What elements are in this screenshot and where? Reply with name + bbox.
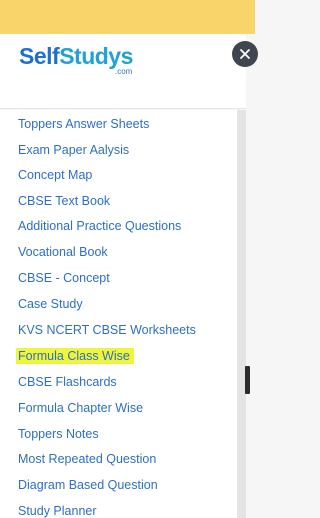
scrollbar-thumb[interactable] (245, 366, 250, 394)
side-menu-panel: SelfStudys .com Toppers Answer Sheets Ex… (0, 0, 246, 518)
menu-item-most-repeated-question[interactable]: Most Repeated Question (18, 451, 158, 467)
logo-domain-suffix: .com (115, 67, 133, 76)
logo-text-self: Self (19, 43, 60, 69)
menu-item-vocational-book[interactable]: Vocational Book (18, 244, 110, 260)
menu-list: Toppers Answer Sheets Exam Paper Aalysis… (0, 110, 246, 518)
close-icon (240, 49, 250, 59)
menu-item-diagram-based-question[interactable]: Diagram Based Question (18, 477, 160, 493)
logo-area: SelfStudys .com (0, 34, 246, 108)
menu-item-cbse-concept[interactable]: CBSE - Concept (18, 270, 112, 286)
menu-item-toppers-answer-sheets[interactable]: Toppers Answer Sheets (18, 116, 151, 132)
menu-item-exam-paper-analysis[interactable]: Exam Paper Aalysis (18, 142, 131, 158)
divider (0, 108, 246, 109)
menu-item-study-planner[interactable]: Study Planner (18, 503, 99, 518)
scroll-rail[interactable] (237, 110, 246, 518)
menu-item-cbse-flashcards[interactable]: CBSE Flashcards (18, 374, 119, 390)
menu-item-formula-chapter-wise[interactable]: Formula Chapter Wise (18, 400, 145, 416)
menu-item-concept-map[interactable]: Concept Map (18, 167, 94, 183)
close-button[interactable] (232, 41, 258, 67)
menu-item-kvs-ncert-cbse-worksheets[interactable]: KVS NCERT CBSE Worksheets (18, 322, 198, 338)
selfstudys-logo[interactable]: SelfStudys (19, 42, 133, 70)
menu-item-toppers-notes[interactable]: Toppers Notes (18, 426, 101, 442)
menu-item-additional-practice-questions[interactable]: Additional Practice Questions (18, 218, 183, 234)
menu-item-case-study[interactable]: Case Study (18, 296, 85, 312)
logo-text-studys: Studys (59, 43, 133, 69)
menu-item-cbse-text-book[interactable]: CBSE Text Book (18, 193, 112, 209)
menu-item-formula-class-wise[interactable]: Formula Class Wise (16, 348, 134, 364)
